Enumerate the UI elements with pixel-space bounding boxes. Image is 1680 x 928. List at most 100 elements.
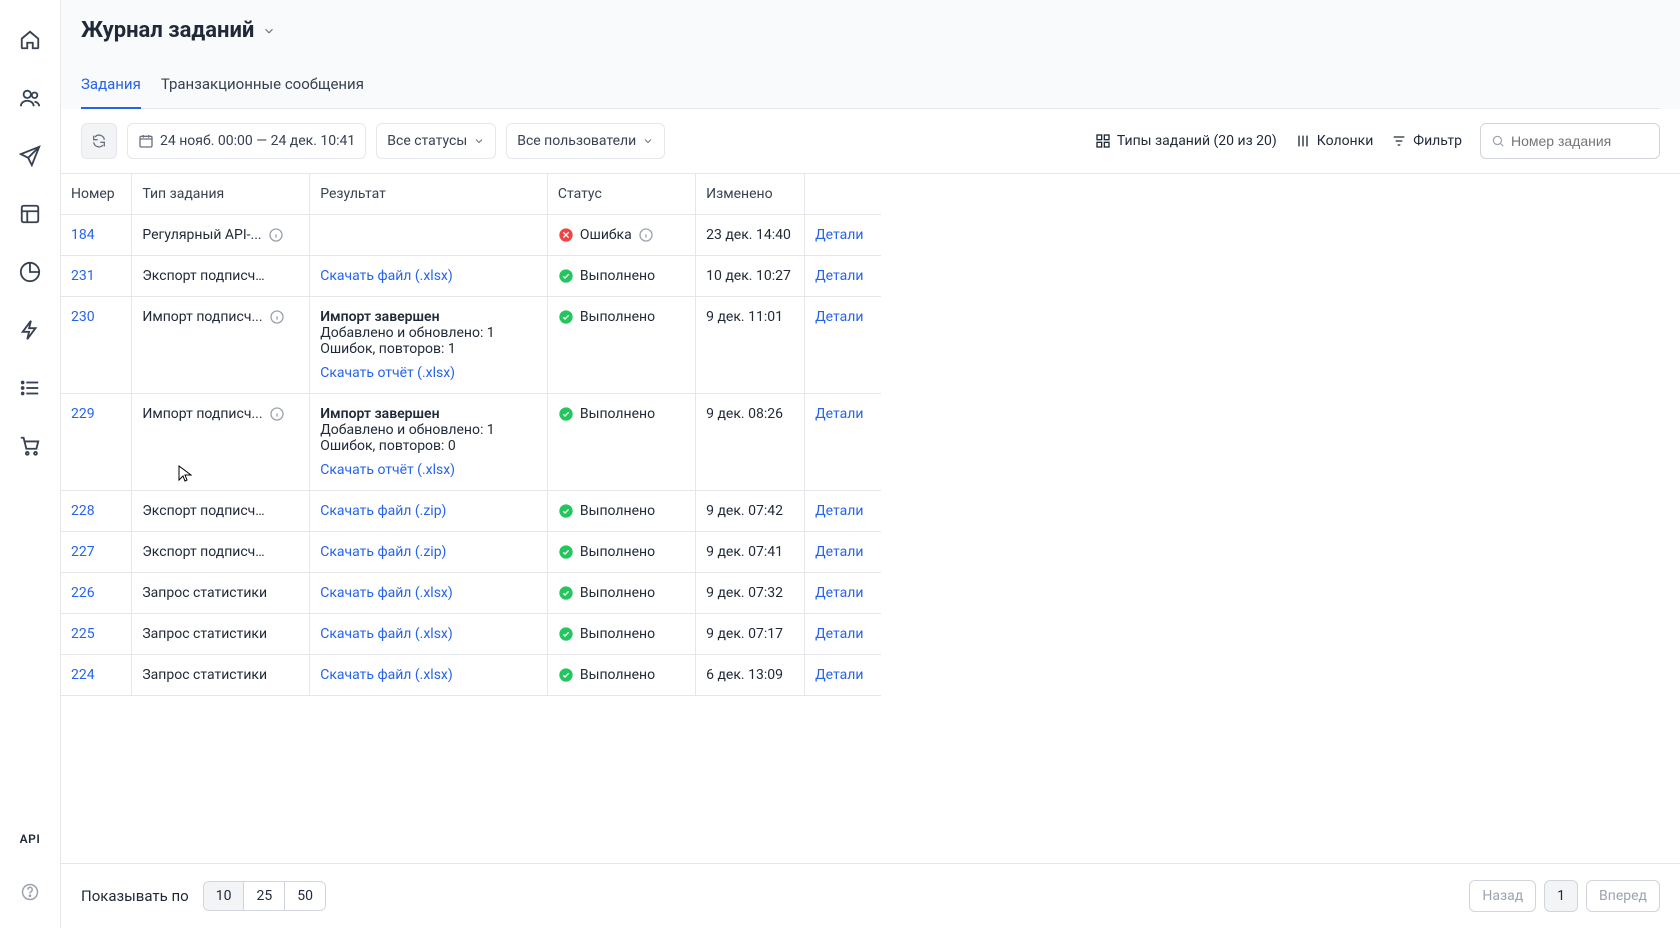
row-number-link[interactable]: 224 xyxy=(71,667,95,683)
details-link[interactable]: Детали xyxy=(815,503,863,519)
error-circle-icon xyxy=(558,227,574,243)
check-circle-icon xyxy=(558,585,574,601)
columns-label: Колонки xyxy=(1317,133,1374,149)
row-number-link[interactable]: 227 xyxy=(71,544,95,560)
users-icon[interactable] xyxy=(10,78,50,118)
info-icon[interactable] xyxy=(638,227,654,243)
home-icon[interactable] xyxy=(10,20,50,60)
status-text: Выполнено xyxy=(580,503,655,519)
result-download-link[interactable]: Скачать отчёт (.xlsx) xyxy=(320,365,455,381)
status-text: Выполнено xyxy=(580,626,655,642)
result-download-link[interactable]: Скачать файл (.zip) xyxy=(320,503,446,519)
col-number[interactable]: Номер xyxy=(61,174,132,215)
pager-forward-button[interactable]: Вперед xyxy=(1586,880,1660,912)
row-number-link[interactable]: 229 xyxy=(71,406,95,422)
row-changed: 9 дек. 07:41 xyxy=(696,532,805,573)
result-download-link[interactable]: Скачать файл (.xlsx) xyxy=(320,626,453,642)
status-text: Выполнено xyxy=(580,667,655,683)
details-link[interactable]: Детали xyxy=(815,667,863,683)
pager-label: Показывать по xyxy=(81,887,189,905)
table-row: 224Запрос статистикиСкачать файл (.xlsx)… xyxy=(61,655,881,696)
row-number-link[interactable]: 184 xyxy=(71,227,95,243)
result-download-link[interactable]: Скачать файл (.xlsx) xyxy=(320,585,453,601)
col-type[interactable]: Тип задания xyxy=(132,174,310,215)
row-changed: 10 дек. 10:27 xyxy=(696,256,805,297)
row-number-link[interactable]: 231 xyxy=(71,268,95,284)
table-header-row: Номер Тип задания Результат Статус Измен… xyxy=(61,174,881,215)
calendar-icon xyxy=(138,133,154,149)
filter-button[interactable]: Фильтр xyxy=(1391,133,1462,149)
user-filter-button[interactable]: Все пользователи xyxy=(506,123,665,159)
col-status[interactable]: Статус xyxy=(547,174,695,215)
search-icon xyxy=(1491,133,1505,149)
tab-0[interactable]: Задания xyxy=(81,65,141,109)
details-link[interactable]: Детали xyxy=(815,626,863,642)
cart-icon[interactable] xyxy=(10,426,50,466)
row-type: Импорт подписч... xyxy=(142,309,262,325)
row-changed: 9 дек. 11:01 xyxy=(696,297,805,394)
jobs-table: Номер Тип задания Результат Статус Измен… xyxy=(61,174,881,696)
toolbar: 24 нояб. 00:00 — 24 дек. 10:41 Все стату… xyxy=(61,109,1680,174)
help-icon[interactable] xyxy=(10,872,50,912)
grid-icon xyxy=(1095,133,1111,149)
pager-page-number[interactable]: 1 xyxy=(1544,880,1578,912)
search-input[interactable] xyxy=(1511,133,1649,149)
list-icon[interactable] xyxy=(10,368,50,408)
info-icon[interactable] xyxy=(269,406,285,422)
status-text: Ошибка xyxy=(580,227,632,243)
result-download-link[interactable]: Скачать файл (.xlsx) xyxy=(320,268,453,284)
pager: Показывать по 102550 Назад 1 Вперед xyxy=(61,863,1680,928)
check-circle-icon xyxy=(558,309,574,325)
layout-icon[interactable] xyxy=(10,194,50,234)
row-number-link[interactable]: 225 xyxy=(71,626,95,642)
page-size-10[interactable]: 10 xyxy=(204,882,245,910)
col-details xyxy=(805,174,881,215)
sidebar: API xyxy=(0,0,61,928)
types-button[interactable]: Типы заданий (20 из 20) xyxy=(1095,133,1277,149)
details-link[interactable]: Детали xyxy=(815,585,863,601)
col-changed[interactable]: Изменено xyxy=(696,174,805,215)
search-box[interactable] xyxy=(1480,123,1660,159)
page-size-25[interactable]: 25 xyxy=(244,882,285,910)
status-filter-button[interactable]: Все статусы xyxy=(376,123,496,159)
row-number-link[interactable]: 228 xyxy=(71,503,95,519)
result-title: Импорт завершен xyxy=(320,309,537,325)
check-circle-icon xyxy=(558,503,574,519)
details-link[interactable]: Детали xyxy=(815,309,863,325)
details-link[interactable]: Детали xyxy=(815,227,863,243)
table-row: 229Импорт подписч...Импорт завершенДобав… xyxy=(61,394,881,491)
columns-button[interactable]: Колонки xyxy=(1295,133,1374,149)
details-link[interactable]: Детали xyxy=(815,268,863,284)
pager-back-button[interactable]: Назад xyxy=(1469,880,1536,912)
chart-icon[interactable] xyxy=(10,252,50,292)
row-changed: 6 дек. 13:09 xyxy=(696,655,805,696)
details-link[interactable]: Детали xyxy=(815,544,863,560)
status-text: Выполнено xyxy=(580,268,655,284)
chevron-down-icon xyxy=(473,135,485,147)
result-line: Добавлено и обновлено: 1 xyxy=(320,325,537,341)
info-icon[interactable] xyxy=(269,309,285,325)
row-type: Экспорт подписчиков xyxy=(142,544,272,560)
title-chevron-icon[interactable] xyxy=(262,24,276,38)
row-number-link[interactable]: 226 xyxy=(71,585,95,601)
date-range-button[interactable]: 24 нояб. 00:00 — 24 дек. 10:41 xyxy=(127,123,366,159)
check-circle-icon xyxy=(558,667,574,683)
result-download-link[interactable]: Скачать файл (.xlsx) xyxy=(320,667,453,683)
col-result[interactable]: Результат xyxy=(310,174,548,215)
info-icon[interactable] xyxy=(268,227,284,243)
lightning-icon[interactable] xyxy=(10,310,50,350)
send-icon[interactable] xyxy=(10,136,50,176)
details-link[interactable]: Детали xyxy=(815,406,863,422)
result-download-link[interactable]: Скачать отчёт (.xlsx) xyxy=(320,462,455,478)
status-text: Выполнено xyxy=(580,406,655,422)
page-title: Журнал заданий xyxy=(81,18,254,43)
row-changed: 23 дек. 14:40 xyxy=(696,215,805,256)
row-number-link[interactable]: 230 xyxy=(71,309,95,325)
tab-1[interactable]: Транзакционные сообщения xyxy=(161,65,364,109)
status-filter-label: Все статусы xyxy=(387,133,467,149)
row-type: Импорт подписч... xyxy=(142,406,262,422)
result-download-link[interactable]: Скачать файл (.zip) xyxy=(320,544,446,560)
refresh-button[interactable] xyxy=(81,123,117,159)
page-size-50[interactable]: 50 xyxy=(285,882,325,910)
api-link[interactable]: API xyxy=(20,832,41,846)
